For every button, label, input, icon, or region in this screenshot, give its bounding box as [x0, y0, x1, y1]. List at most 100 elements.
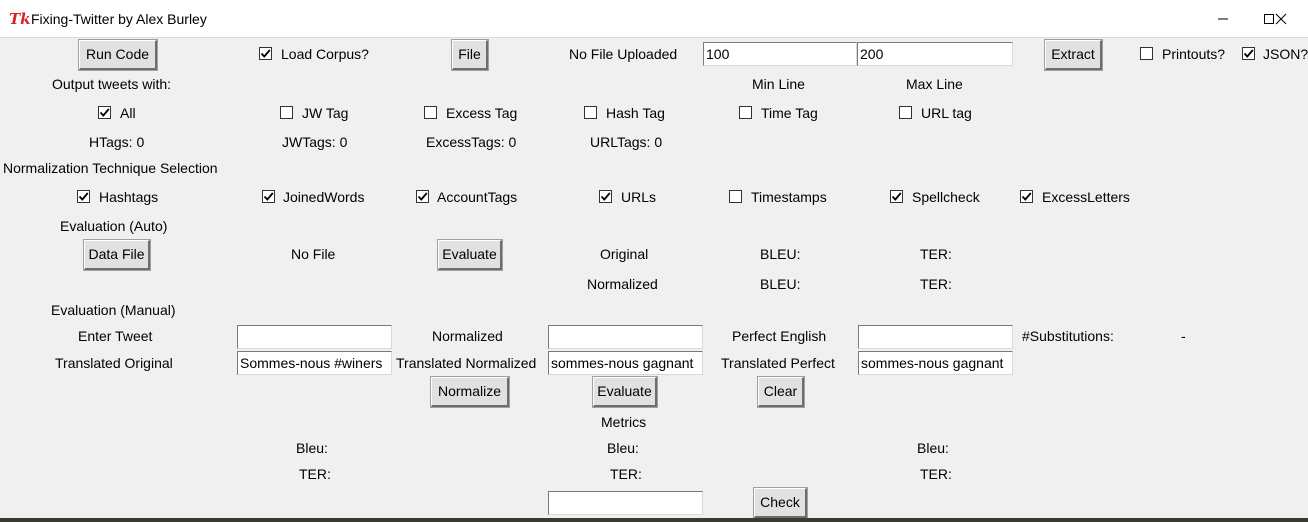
- checkmark-icon: [1021, 192, 1032, 201]
- close-button[interactable]: [1258, 0, 1304, 38]
- max-line-input[interactable]: 200: [857, 42, 1013, 66]
- run-code-button[interactable]: Run Code: [78, 39, 158, 71]
- enter-tweet-input[interactable]: [237, 325, 392, 349]
- joinedwords-label: JoinedWords: [283, 189, 365, 205]
- hashtags-checkbox[interactable]: [77, 190, 90, 203]
- normalized-bleu-label: BLEU:: [760, 276, 801, 292]
- url-tag-checkbox[interactable]: [899, 106, 912, 119]
- all-tag-label: All: [120, 105, 136, 121]
- translated-normalized-field[interactable]: sommes-nous gagnant: [548, 351, 703, 375]
- checkmark-icon: [891, 192, 902, 201]
- substitutions-value: -: [1181, 328, 1186, 344]
- eval-manual-heading: Evaluation (Manual): [51, 302, 176, 318]
- perfect-ter-metric: TER:: [920, 466, 952, 482]
- close-icon: [1275, 13, 1287, 25]
- output-tweets-label: Output tweets with:: [52, 76, 172, 92]
- excess-tag-label: Excess Tag: [446, 105, 518, 121]
- file-status-label: No File Uploaded: [569, 46, 678, 62]
- original-ter-metric: TER:: [299, 466, 331, 482]
- excessletters-label: ExcessLetters: [1042, 189, 1130, 205]
- clear-button[interactable]: Clear: [757, 376, 805, 408]
- window-bottom-edge: [0, 518, 1308, 522]
- normalized-bleu-metric: Bleu:: [607, 440, 639, 456]
- substitutions-label: #Substitutions:: [1022, 328, 1114, 344]
- time-tag-label: Time Tag: [761, 105, 818, 121]
- file-button[interactable]: File: [451, 39, 489, 71]
- checkmark-icon: [417, 192, 428, 201]
- translated-original-field[interactable]: Sommes-nous #winers: [237, 351, 392, 375]
- normalized-ter-label: TER:: [920, 276, 952, 292]
- data-file-button[interactable]: Data File: [83, 239, 151, 271]
- min-line-input[interactable]: 100: [703, 42, 857, 66]
- urls-label: URLs: [621, 189, 657, 205]
- hash-tag-checkbox[interactable]: [584, 106, 597, 119]
- metrics-heading: Metrics: [601, 414, 647, 430]
- timestamps-checkbox[interactable]: [729, 190, 742, 203]
- checkmark-icon: [1243, 49, 1254, 58]
- printouts-label: Printouts?: [1162, 46, 1226, 62]
- checkmark-icon: [78, 192, 89, 201]
- enter-tweet-label: Enter Tweet: [78, 328, 153, 344]
- original-bleu-label: BLEU:: [760, 246, 801, 262]
- minimize-button[interactable]: [1200, 0, 1246, 38]
- load-corpus-label: Load Corpus?: [281, 46, 369, 62]
- data-file-status: No File: [291, 246, 336, 262]
- excessletters-checkbox[interactable]: [1020, 190, 1033, 203]
- eval-auto-heading: Evaluation (Auto): [60, 218, 168, 234]
- checkmark-icon: [600, 192, 611, 201]
- all-tag-checkbox[interactable]: [98, 106, 111, 119]
- urltags-count: URLTags: 0: [590, 134, 663, 150]
- translated-original-label: Translated Original: [55, 355, 173, 371]
- original-bleu-metric: Bleu:: [296, 440, 328, 456]
- original-label: Original: [600, 246, 649, 262]
- title-bar: Tk Fixing-Twitter by Alex Burley: [0, 0, 1308, 38]
- checkmark-icon: [99, 108, 110, 117]
- spellcheck-checkbox[interactable]: [890, 190, 903, 203]
- json-label: JSON?: [1263, 46, 1308, 62]
- json-checkbox[interactable]: [1242, 47, 1255, 60]
- normalize-button[interactable]: Normalize: [430, 376, 510, 408]
- translated-normalized-label: Translated Normalized: [396, 355, 537, 371]
- normalization-heading: Normalization Technique Selection: [3, 160, 218, 176]
- jw-tag-checkbox[interactable]: [280, 106, 293, 119]
- translated-perfect-label: Translated Perfect: [721, 355, 835, 371]
- manual-normalized-label: Normalized: [432, 328, 503, 344]
- jwtags-count: JWTags: 0: [282, 134, 348, 150]
- load-corpus-checkbox[interactable]: [259, 47, 272, 60]
- url-tag-label: URL tag: [921, 105, 972, 121]
- check-button[interactable]: Check: [753, 487, 808, 519]
- original-ter-label: TER:: [920, 246, 952, 262]
- hashtags-label: Hashtags: [99, 189, 159, 205]
- check-input[interactable]: [548, 491, 703, 515]
- htags-count: HTags: 0: [89, 134, 145, 150]
- tk-feather-icon: Tk: [9, 10, 31, 28]
- normalized-label: Normalized: [587, 276, 658, 292]
- perfect-bleu-metric: Bleu:: [917, 440, 949, 456]
- perfect-english-label: Perfect English: [732, 328, 827, 344]
- normalized-input[interactable]: [548, 325, 703, 349]
- excess-tag-checkbox[interactable]: [424, 106, 437, 119]
- timestamps-label: Timestamps: [751, 189, 827, 205]
- extract-button[interactable]: Extract: [1044, 39, 1103, 71]
- minimize-icon: [1218, 18, 1228, 20]
- checkmark-icon: [260, 49, 271, 58]
- excesstags-count: ExcessTags: 0: [426, 134, 517, 150]
- min-line-label: Min Line: [752, 76, 805, 92]
- max-line-label: Max Line: [906, 76, 963, 92]
- translated-perfect-field[interactable]: sommes-nous gagnant: [858, 351, 1013, 375]
- accounttags-checkbox[interactable]: [416, 190, 429, 203]
- accounttags-label: AccountTags: [437, 189, 518, 205]
- joinedwords-checkbox[interactable]: [262, 190, 275, 203]
- normalized-ter-metric: TER:: [610, 466, 642, 482]
- auto-evaluate-button[interactable]: Evaluate: [437, 239, 503, 271]
- manual-evaluate-button[interactable]: Evaluate: [592, 376, 658, 408]
- spellcheck-label: Spellcheck: [912, 189, 980, 205]
- time-tag-checkbox[interactable]: [739, 106, 752, 119]
- printouts-checkbox[interactable]: [1140, 47, 1153, 60]
- window-title: Fixing-Twitter by Alex Burley: [31, 11, 207, 27]
- perfect-english-input[interactable]: [858, 325, 1013, 349]
- jw-tag-label: JW Tag: [302, 105, 349, 121]
- urls-checkbox[interactable]: [599, 190, 612, 203]
- hash-tag-label: Hash Tag: [606, 105, 665, 121]
- checkmark-icon: [263, 192, 274, 201]
